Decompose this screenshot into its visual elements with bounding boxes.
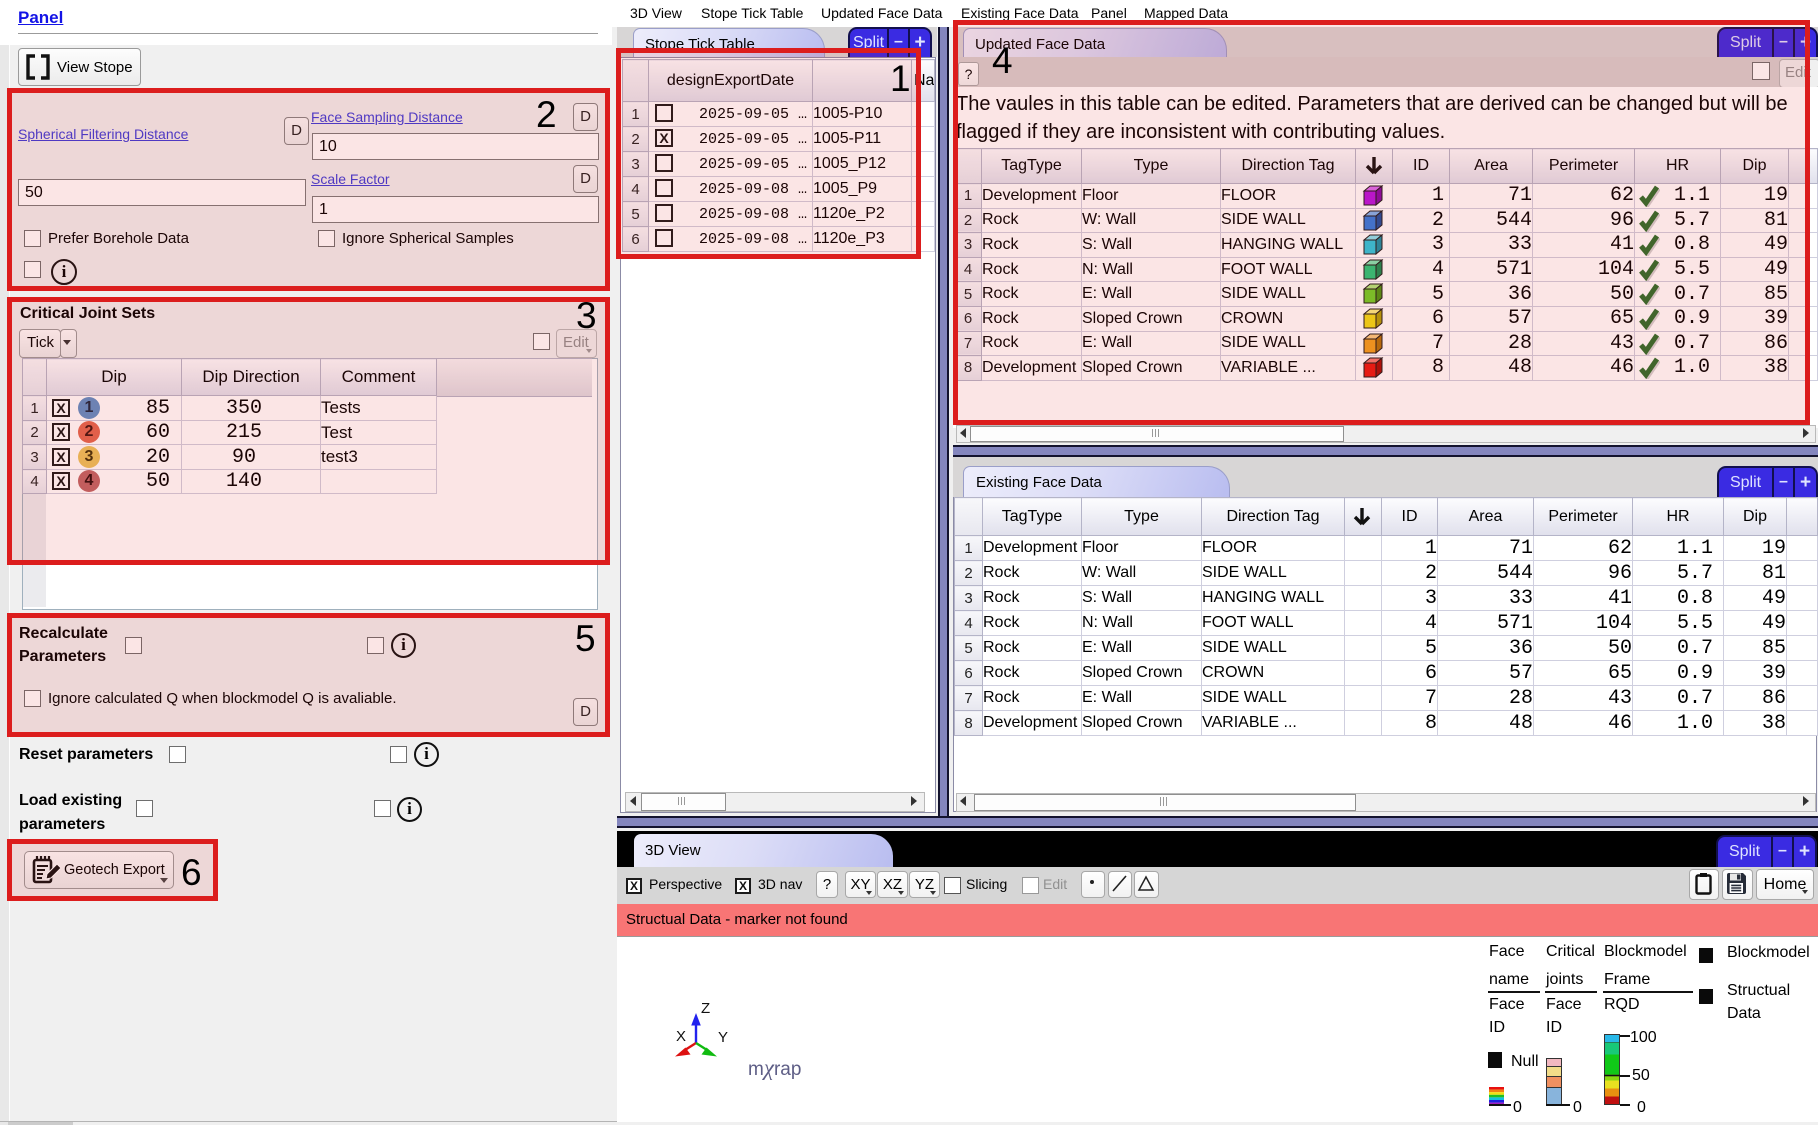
svg-text:X: X [676,1028,686,1045]
svg-text:Z: Z [701,1000,710,1017]
svg-text:Y: Y [718,1029,728,1046]
